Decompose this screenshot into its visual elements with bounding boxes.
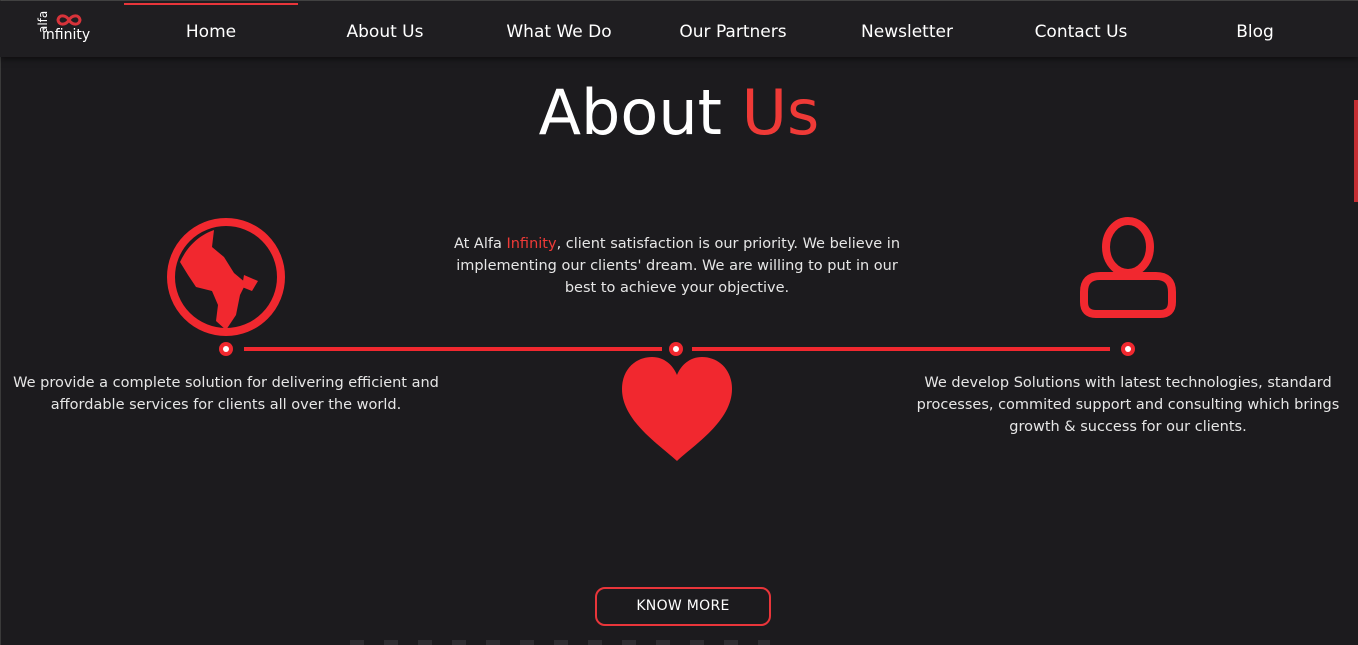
nav-item-what-we-do[interactable]: What We Do [472,1,646,57]
globe-icon [167,218,285,336]
logo-infinity-text: infinity [42,27,91,43]
nav-item-home[interactable]: Home [124,1,298,57]
intro-paragraph: At Alfa Infinity, client satisfaction is… [450,233,904,299]
section-title: About Us [0,76,1358,149]
intro-before: At Alfa [453,236,507,252]
timeline-dot-right [1121,342,1135,356]
nav-item-contact-us[interactable]: Contact Us [994,1,1168,57]
timeline-dot-left [219,342,233,356]
left-description: We provide a complete solution for deliv… [13,375,439,413]
next-section-hint [350,640,770,645]
title-accent: Us [741,76,820,149]
heart-icon [622,357,732,461]
infinity-logo-icon [56,14,82,26]
nav-item-our-partners[interactable]: Our Partners [646,1,820,57]
intro-brand-accent: Infinity [506,236,557,252]
nav-item-about-us[interactable]: About Us [298,1,472,57]
nav-item-blog[interactable]: Blog [1168,1,1342,57]
nav-item-newsletter[interactable]: Newsletter [820,1,994,57]
know-more-button[interactable]: KNOW MORE [595,587,771,626]
timeline-dot-center [669,342,683,356]
title-main: About [538,76,722,149]
brand-logo[interactable]: alfa infinity [36,11,96,47]
right-description: We develop Solutions with latest technol… [916,375,1340,435]
user-icon [1080,217,1176,318]
top-navbar: alfa infinity Home About Us What We Do O… [0,1,1358,57]
